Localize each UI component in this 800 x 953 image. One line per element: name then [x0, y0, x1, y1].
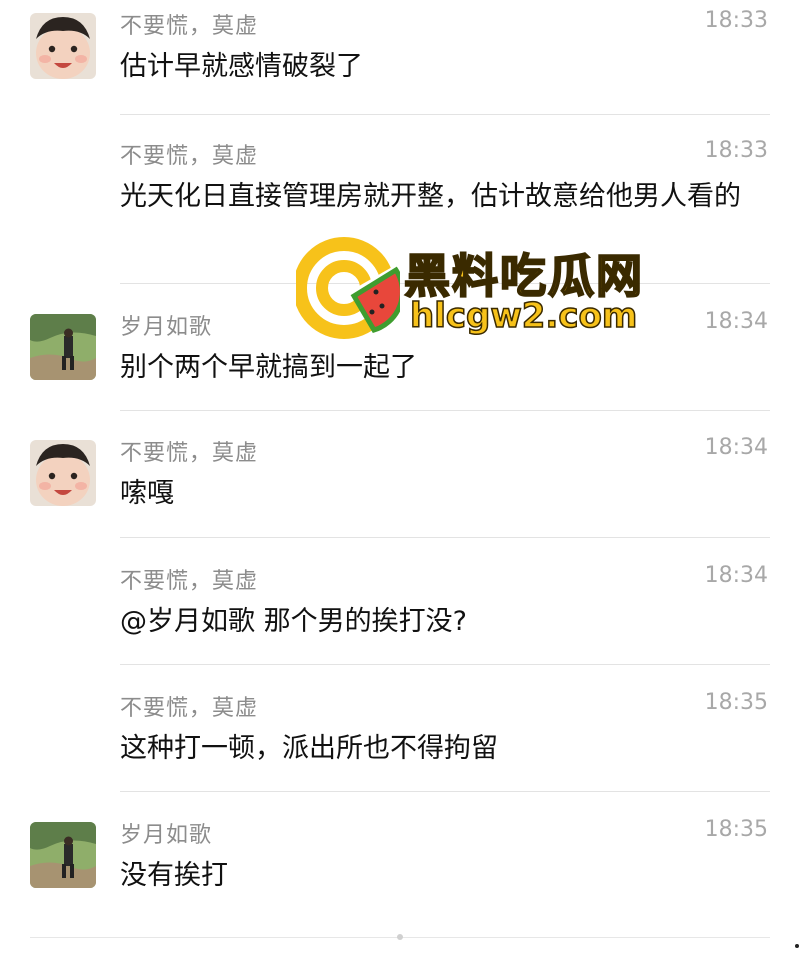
avatar[interactable] [30, 440, 96, 506]
message-text[interactable]: 光天化日直接管理房就开整，估计故意给他男人看的 [120, 168, 775, 225]
message-text[interactable]: 估计早就感情破裂了 [120, 45, 775, 89]
watermark-logo-icon [296, 237, 400, 339]
sender-name: 岁月如歌 [120, 823, 213, 848]
corner-dot [795, 944, 799, 948]
baby-avatar-icon [30, 440, 96, 506]
message-text[interactable]: 这种打一顿，派出所也不得拘留 [120, 727, 775, 771]
divider [120, 114, 770, 115]
watermark-url: hlcgw2.com [409, 295, 638, 337]
message-text[interactable]: 没有挨打 [120, 854, 775, 898]
avatar[interactable] [30, 314, 96, 380]
sender-name: 不要慌，莫虚 [120, 441, 259, 466]
sender-name: 不要慌，莫虚 [120, 696, 259, 721]
chat-message: 岁月如歌 18:35 没有挨打 [0, 809, 800, 919]
landscape-avatar-icon [30, 822, 96, 888]
baby-avatar-icon [30, 13, 96, 79]
message-text[interactable]: 别个两个早就搞到一起了 [120, 346, 775, 390]
sender-name: 岁月如歌 [120, 315, 213, 340]
landscape-avatar-icon [30, 314, 96, 380]
chat-history: 不要慌，莫虚 18:33 估计早就感情破裂了 不要慌，莫虚 18:33 光天化日… [0, 0, 800, 953]
message-time: 18:33 [704, 8, 768, 33]
chat-message: 不要慌，莫虚 18:34 嗦嘎 [0, 427, 800, 535]
avatar[interactable] [30, 822, 96, 888]
sender-name: 不要慌，莫虚 [120, 144, 259, 169]
watermark: 黑料吃瓜网 hlcgw2.com [296, 236, 666, 346]
message-time: 18:33 [704, 138, 768, 163]
divider [120, 664, 770, 665]
sender-name: 不要慌，莫虚 [120, 569, 259, 594]
sender-name: 不要慌，莫虚 [120, 14, 259, 39]
divider [120, 537, 770, 538]
message-time: 18:34 [704, 309, 768, 334]
message-time: 18:35 [704, 690, 768, 715]
message-time: 18:35 [704, 817, 768, 842]
chat-message: 不要慌，莫虚 18:34 @岁月如歌 那个男的挨打没? [0, 555, 800, 663]
message-text[interactable]: 嗦嘎 [120, 472, 775, 516]
divider [120, 791, 770, 792]
list-end-dot [397, 934, 403, 940]
chat-message: 不要慌，莫虚 18:33 估计早就感情破裂了 [0, 0, 800, 115]
message-time: 18:34 [704, 435, 768, 460]
divider [120, 410, 770, 411]
avatar[interactable] [30, 13, 96, 79]
message-text[interactable]: @岁月如歌 那个男的挨打没? [120, 600, 775, 644]
chat-message: 不要慌，莫虚 18:35 这种打一顿，派出所也不得拘留 [0, 682, 800, 790]
message-time: 18:34 [704, 563, 768, 588]
